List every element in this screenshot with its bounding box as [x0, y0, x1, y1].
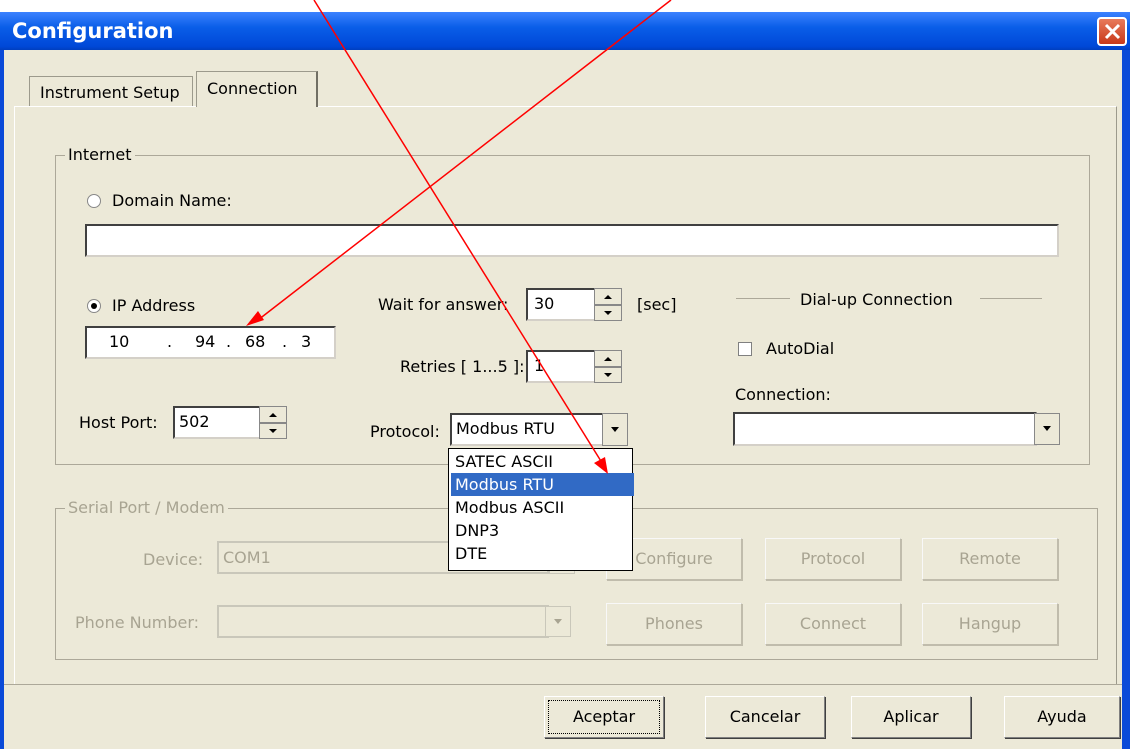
title-bar[interactable]: Configuration [0, 12, 1130, 50]
ip-dot: . [167, 332, 173, 351]
device-value: COM1 [223, 548, 271, 567]
tab-connection[interactable]: Connection [196, 71, 318, 107]
internet-group-label: Internet [65, 145, 135, 164]
phone-number-select[interactable] [217, 605, 549, 638]
aplicar-button[interactable]: Aplicar [851, 696, 971, 738]
spin-down-icon[interactable] [594, 366, 622, 383]
tab-connection-label: Connection [207, 79, 298, 98]
hangup-button[interactable]: Hangup [922, 603, 1058, 645]
retries-label: Retries [ 1...5 ]: [400, 357, 525, 376]
phone-dropdown-button[interactable] [545, 606, 571, 637]
protocol-label: Protocol: [370, 422, 440, 441]
ip-address-radio[interactable] [87, 299, 101, 313]
ip-octet-1: 10 [109, 332, 130, 351]
wait-for-answer-input[interactable]: 30 [526, 288, 596, 321]
chevron-down-icon [554, 619, 562, 624]
protocol-option[interactable]: SATEC ASCII [451, 450, 634, 473]
tab-instrument-setup-label: Instrument Setup [40, 83, 180, 102]
protocol-option[interactable]: DTE [451, 542, 634, 565]
spin-up-icon[interactable] [594, 288, 622, 305]
protocol-select[interactable]: Modbus RTU [450, 413, 606, 446]
connection-label: Connection: [735, 385, 831, 404]
wait-unit-label: [sec] [637, 295, 677, 314]
ip-dot: . [282, 332, 288, 351]
ip-address-input[interactable]: 10 . 94 . 68 . 3 [85, 326, 336, 359]
serial-port-group-label: Serial Port / Modem [65, 498, 228, 517]
protocol-option[interactable]: Modbus ASCII [451, 496, 634, 519]
host-port-label: Host Port: [79, 413, 158, 432]
cancelar-button[interactable]: Cancelar [705, 696, 825, 738]
phones-button[interactable]: Phones [606, 603, 742, 645]
dialup-header: Dial-up Connection [800, 290, 953, 309]
connect-button[interactable]: Connect [765, 603, 901, 645]
chevron-down-icon [611, 427, 619, 432]
autodial-label: AutoDial [766, 339, 835, 358]
retries-value: 1 [534, 356, 545, 375]
connection-select[interactable] [733, 412, 1037, 446]
window-title: Configuration [12, 19, 174, 43]
footer-divider [4, 684, 1122, 685]
host-port-value: 502 [179, 412, 210, 431]
host-port-input[interactable]: 502 [173, 406, 261, 439]
spin-up-icon[interactable] [594, 350, 622, 367]
aceptar-button[interactable]: Aceptar [544, 696, 664, 738]
domain-name-radio[interactable] [87, 194, 101, 208]
spin-down-icon[interactable] [259, 422, 287, 439]
domain-name-input[interactable] [85, 224, 1059, 257]
wait-for-answer-label: Wait for answer: [378, 295, 509, 314]
phone-number-label: Phone Number: [75, 613, 200, 632]
ip-octet-2: 94 [195, 332, 216, 351]
dialup-divider-right [980, 298, 1042, 299]
protocol-button[interactable]: Protocol [765, 538, 901, 580]
autodial-checkbox[interactable] [738, 342, 752, 356]
protocol-selected-value: Modbus RTU [456, 419, 555, 438]
remote-button[interactable]: Remote [922, 538, 1058, 580]
ip-address-label: IP Address [112, 296, 196, 315]
retries-spinner[interactable] [594, 350, 622, 383]
close-button[interactable] [1097, 17, 1127, 46]
tab-instrument-setup[interactable]: Instrument Setup [29, 76, 193, 107]
wait-for-answer-value: 30 [534, 294, 555, 313]
ip-octet-4: 3 [301, 332, 312, 351]
chevron-down-icon [1043, 426, 1051, 431]
wait-for-answer-spinner[interactable] [594, 288, 622, 321]
protocol-dropdown-list: SATEC ASCII Modbus RTU Modbus ASCII DNP3… [448, 448, 634, 571]
domain-name-label: Domain Name: [112, 191, 232, 210]
protocol-dropdown-button[interactable] [602, 413, 628, 446]
connection-dropdown-button[interactable] [1034, 413, 1060, 445]
protocol-option-selected[interactable]: Modbus RTU [451, 473, 634, 496]
close-icon [1104, 23, 1121, 40]
retries-input[interactable]: 1 [526, 350, 596, 383]
ip-octet-3: 68 [245, 332, 266, 351]
host-port-spinner[interactable] [259, 406, 287, 439]
spin-down-icon[interactable] [594, 304, 622, 321]
protocol-option[interactable]: DNP3 [451, 519, 634, 542]
ip-dot: . [226, 332, 232, 351]
device-label: Device: [143, 550, 204, 569]
ayuda-button[interactable]: Ayuda [1004, 696, 1120, 738]
spin-up-icon[interactable] [259, 406, 287, 423]
dialup-divider-left [736, 298, 790, 299]
